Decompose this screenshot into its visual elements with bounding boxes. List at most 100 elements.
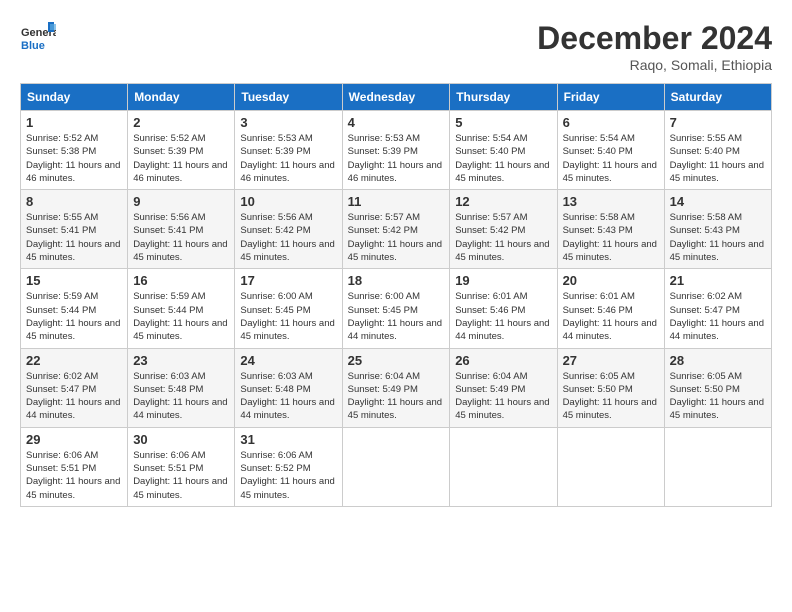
day-number: 1 (26, 115, 122, 130)
calendar-cell: 16 Sunrise: 5:59 AM Sunset: 5:44 PM Dayl… (128, 269, 235, 348)
header-tuesday: Tuesday (235, 84, 342, 111)
day-number: 4 (348, 115, 445, 130)
day-info: Sunrise: 6:03 AM Sunset: 5:48 PM Dayligh… (240, 370, 336, 423)
calendar-cell: 18 Sunrise: 6:00 AM Sunset: 5:45 PM Dayl… (342, 269, 450, 348)
day-info: Sunrise: 6:03 AM Sunset: 5:48 PM Dayligh… (133, 370, 229, 423)
header-friday: Friday (557, 84, 664, 111)
day-info: Sunrise: 6:05 AM Sunset: 5:50 PM Dayligh… (670, 370, 766, 423)
calendar-cell: 23 Sunrise: 6:03 AM Sunset: 5:48 PM Dayl… (128, 348, 235, 427)
header-sunday: Sunday (21, 84, 128, 111)
day-number: 15 (26, 273, 122, 288)
day-number: 26 (455, 353, 551, 368)
day-info: Sunrise: 5:56 AM Sunset: 5:41 PM Dayligh… (133, 211, 229, 264)
calendar-week-5: 29 Sunrise: 6:06 AM Sunset: 5:51 PM Dayl… (21, 427, 772, 506)
day-info: Sunrise: 5:54 AM Sunset: 5:40 PM Dayligh… (455, 132, 551, 185)
day-info: Sunrise: 6:00 AM Sunset: 5:45 PM Dayligh… (240, 290, 336, 343)
day-number: 28 (670, 353, 766, 368)
day-number: 20 (563, 273, 659, 288)
calendar-cell: 29 Sunrise: 6:06 AM Sunset: 5:51 PM Dayl… (21, 427, 128, 506)
day-info: Sunrise: 5:54 AM Sunset: 5:40 PM Dayligh… (563, 132, 659, 185)
day-info: Sunrise: 6:06 AM Sunset: 5:52 PM Dayligh… (240, 449, 336, 502)
day-number: 6 (563, 115, 659, 130)
location: Raqo, Somali, Ethiopia (537, 57, 772, 73)
header-wednesday: Wednesday (342, 84, 450, 111)
day-info: Sunrise: 6:02 AM Sunset: 5:47 PM Dayligh… (670, 290, 766, 343)
day-number: 7 (670, 115, 766, 130)
calendar-cell: 10 Sunrise: 5:56 AM Sunset: 5:42 PM Dayl… (235, 190, 342, 269)
calendar-cell: 28 Sunrise: 6:05 AM Sunset: 5:50 PM Dayl… (664, 348, 771, 427)
day-number: 30 (133, 432, 229, 447)
day-info: Sunrise: 5:55 AM Sunset: 5:40 PM Dayligh… (670, 132, 766, 185)
calendar-cell: 26 Sunrise: 6:04 AM Sunset: 5:49 PM Dayl… (450, 348, 557, 427)
day-number: 3 (240, 115, 336, 130)
calendar-table: SundayMondayTuesdayWednesdayThursdayFrid… (20, 83, 772, 507)
day-info: Sunrise: 6:01 AM Sunset: 5:46 PM Dayligh… (455, 290, 551, 343)
logo: General Blue (20, 20, 56, 56)
day-number: 10 (240, 194, 336, 209)
day-number: 31 (240, 432, 336, 447)
calendar-cell: 7 Sunrise: 5:55 AM Sunset: 5:40 PM Dayli… (664, 111, 771, 190)
day-number: 17 (240, 273, 336, 288)
calendar-cell: 5 Sunrise: 5:54 AM Sunset: 5:40 PM Dayli… (450, 111, 557, 190)
calendar-week-2: 8 Sunrise: 5:55 AM Sunset: 5:41 PM Dayli… (21, 190, 772, 269)
day-info: Sunrise: 6:05 AM Sunset: 5:50 PM Dayligh… (563, 370, 659, 423)
calendar-cell: 14 Sunrise: 5:58 AM Sunset: 5:43 PM Dayl… (664, 190, 771, 269)
day-number: 16 (133, 273, 229, 288)
calendar-cell: 25 Sunrise: 6:04 AM Sunset: 5:49 PM Dayl… (342, 348, 450, 427)
calendar-cell: 9 Sunrise: 5:56 AM Sunset: 5:41 PM Dayli… (128, 190, 235, 269)
calendar-cell: 15 Sunrise: 5:59 AM Sunset: 5:44 PM Dayl… (21, 269, 128, 348)
calendar-cell: 31 Sunrise: 6:06 AM Sunset: 5:52 PM Dayl… (235, 427, 342, 506)
calendar-cell: 21 Sunrise: 6:02 AM Sunset: 5:47 PM Dayl… (664, 269, 771, 348)
calendar-cell: 11 Sunrise: 5:57 AM Sunset: 5:42 PM Dayl… (342, 190, 450, 269)
calendar-cell: 17 Sunrise: 6:00 AM Sunset: 5:45 PM Dayl… (235, 269, 342, 348)
day-info: Sunrise: 5:52 AM Sunset: 5:38 PM Dayligh… (26, 132, 122, 185)
day-number: 5 (455, 115, 551, 130)
calendar-week-4: 22 Sunrise: 6:02 AM Sunset: 5:47 PM Dayl… (21, 348, 772, 427)
svg-text:Blue: Blue (21, 40, 45, 52)
day-info: Sunrise: 5:58 AM Sunset: 5:43 PM Dayligh… (670, 211, 766, 264)
day-number: 29 (26, 432, 122, 447)
day-info: Sunrise: 5:57 AM Sunset: 5:42 PM Dayligh… (348, 211, 445, 264)
calendar-cell (664, 427, 771, 506)
header-thursday: Thursday (450, 84, 557, 111)
day-number: 21 (670, 273, 766, 288)
calendar-cell: 4 Sunrise: 5:53 AM Sunset: 5:39 PM Dayli… (342, 111, 450, 190)
day-info: Sunrise: 6:01 AM Sunset: 5:46 PM Dayligh… (563, 290, 659, 343)
day-number: 12 (455, 194, 551, 209)
day-info: Sunrise: 5:59 AM Sunset: 5:44 PM Dayligh… (26, 290, 122, 343)
day-number: 14 (670, 194, 766, 209)
calendar-cell (450, 427, 557, 506)
calendar-cell: 24 Sunrise: 6:03 AM Sunset: 5:48 PM Dayl… (235, 348, 342, 427)
calendar-cell (557, 427, 664, 506)
day-number: 11 (348, 194, 445, 209)
day-info: Sunrise: 6:06 AM Sunset: 5:51 PM Dayligh… (26, 449, 122, 502)
header-monday: Monday (128, 84, 235, 111)
calendar-cell (342, 427, 450, 506)
calendar-cell: 27 Sunrise: 6:05 AM Sunset: 5:50 PM Dayl… (557, 348, 664, 427)
day-info: Sunrise: 5:52 AM Sunset: 5:39 PM Dayligh… (133, 132, 229, 185)
day-info: Sunrise: 6:04 AM Sunset: 5:49 PM Dayligh… (455, 370, 551, 423)
day-number: 13 (563, 194, 659, 209)
day-number: 27 (563, 353, 659, 368)
day-number: 19 (455, 273, 551, 288)
page-header: General Blue December 2024 Raqo, Somali,… (20, 20, 772, 73)
day-number: 2 (133, 115, 229, 130)
day-info: Sunrise: 5:57 AM Sunset: 5:42 PM Dayligh… (455, 211, 551, 264)
day-info: Sunrise: 6:04 AM Sunset: 5:49 PM Dayligh… (348, 370, 445, 423)
calendar-cell: 22 Sunrise: 6:02 AM Sunset: 5:47 PM Dayl… (21, 348, 128, 427)
day-info: Sunrise: 5:53 AM Sunset: 5:39 PM Dayligh… (348, 132, 445, 185)
title-block: December 2024 Raqo, Somali, Ethiopia (537, 20, 772, 73)
calendar-cell: 3 Sunrise: 5:53 AM Sunset: 5:39 PM Dayli… (235, 111, 342, 190)
calendar-cell: 20 Sunrise: 6:01 AM Sunset: 5:46 PM Dayl… (557, 269, 664, 348)
day-info: Sunrise: 5:55 AM Sunset: 5:41 PM Dayligh… (26, 211, 122, 264)
day-number: 18 (348, 273, 445, 288)
day-info: Sunrise: 6:00 AM Sunset: 5:45 PM Dayligh… (348, 290, 445, 343)
calendar-cell: 13 Sunrise: 5:58 AM Sunset: 5:43 PM Dayl… (557, 190, 664, 269)
calendar-cell: 30 Sunrise: 6:06 AM Sunset: 5:51 PM Dayl… (128, 427, 235, 506)
day-number: 23 (133, 353, 229, 368)
calendar-cell: 2 Sunrise: 5:52 AM Sunset: 5:39 PM Dayli… (128, 111, 235, 190)
day-number: 8 (26, 194, 122, 209)
day-info: Sunrise: 5:58 AM Sunset: 5:43 PM Dayligh… (563, 211, 659, 264)
calendar-week-1: 1 Sunrise: 5:52 AM Sunset: 5:38 PM Dayli… (21, 111, 772, 190)
day-number: 22 (26, 353, 122, 368)
